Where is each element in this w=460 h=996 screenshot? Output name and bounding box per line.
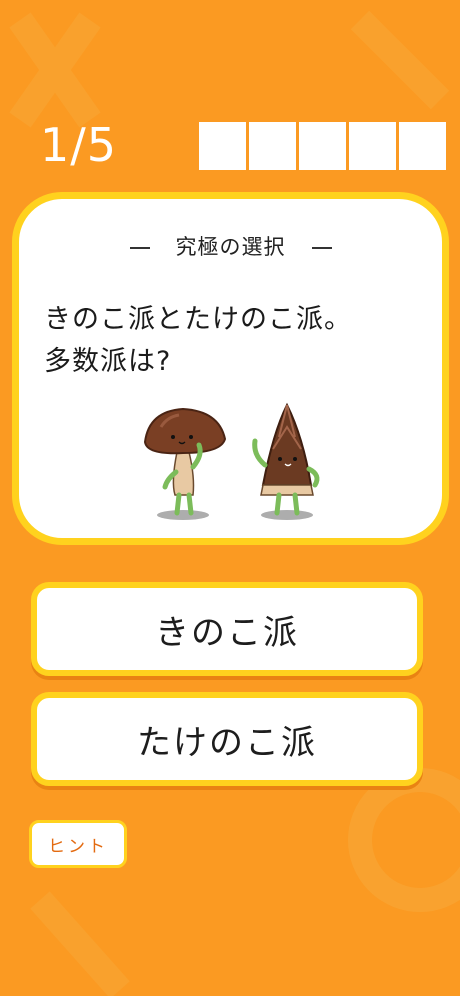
answer-button-kinoko[interactable]: きのこ派	[31, 582, 423, 676]
progress-box	[399, 122, 446, 170]
question-card: 究極の選択 きのこ派とたけのこ派。 多数派は?	[12, 192, 449, 545]
header-dash-right	[311, 247, 332, 249]
answer-button-takenoko[interactable]: たけのこ派	[31, 692, 423, 786]
mushroom-character-icon	[143, 407, 227, 520]
question-progress-count: 1/5	[40, 118, 118, 172]
characters-illustration	[143, 402, 320, 520]
question-text: きのこ派とたけのこ派。 多数派は?	[44, 299, 434, 383]
progress-box	[249, 122, 296, 170]
progress-box	[349, 122, 396, 170]
progress-box	[199, 122, 246, 170]
progress-box	[299, 122, 346, 170]
question-text-line: 多数派は?	[44, 346, 172, 377]
question-header-label: 究極の選択	[175, 235, 286, 259]
progress-indicator	[199, 122, 446, 170]
hint-button[interactable]: ヒント	[29, 820, 127, 868]
question-text-line: きのこ派とたけのこ派。	[44, 304, 352, 335]
bamboo-shoot-character-icon	[252, 402, 320, 520]
header-dash-left	[129, 247, 150, 249]
question-header: 究極の選択	[19, 231, 442, 261]
